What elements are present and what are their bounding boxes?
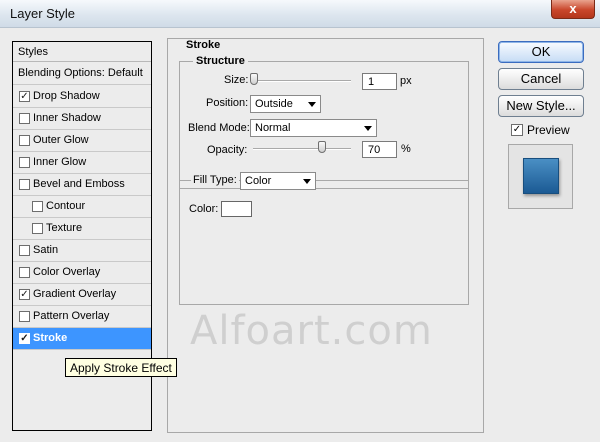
pattern-overlay-checkbox[interactable] [19, 311, 30, 322]
blending-options-item[interactable]: Blending Options: Default [13, 63, 151, 85]
opacity-unit: % [401, 143, 411, 155]
title-bar[interactable]: Layer Style x [0, 0, 600, 28]
opacity-slider-thumb[interactable] [318, 141, 326, 153]
close-button[interactable]: x [551, 0, 595, 19]
size-field[interactable]: 1 [362, 73, 397, 90]
fill-type-label: Fill Type: [191, 174, 239, 186]
position-dropdown[interactable]: Outside [250, 95, 321, 113]
style-item-pattern-overlay[interactable]: Pattern Overlay [13, 306, 151, 328]
blend-mode-dropdown[interactable]: Normal [250, 119, 377, 137]
gradient-overlay-checkbox[interactable]: ✓ [19, 289, 30, 300]
style-item-label: Stroke [33, 332, 68, 344]
blend-mode-value: Normal [255, 122, 291, 134]
drop-shadow-checkbox[interactable]: ✓ [19, 91, 30, 102]
preview-label: Preview [527, 123, 570, 137]
window-title: Layer Style [10, 6, 76, 21]
stroke-group-title: Stroke [183, 39, 224, 51]
contour-checkbox[interactable] [32, 201, 43, 212]
style-item-label: Drop Shadow [33, 90, 100, 102]
blend-mode-label: Blend Mode: [188, 122, 250, 134]
stroke-color-swatch[interactable] [221, 201, 252, 217]
tooltip: Apply Stroke Effect [65, 358, 177, 377]
size-slider-thumb[interactable] [250, 73, 258, 85]
ok-button[interactable]: OK [498, 41, 584, 63]
size-unit: px [400, 75, 412, 87]
style-item-outer-glow[interactable]: Outer Glow [13, 130, 151, 152]
satin-checkbox[interactable] [19, 245, 30, 256]
color-overlay-checkbox[interactable] [19, 267, 30, 278]
preview-swatch [523, 158, 559, 194]
preview-checkbox[interactable]: ✓ [511, 124, 523, 136]
style-item-label: Color Overlay [33, 266, 101, 278]
opacity-slider[interactable] [253, 148, 351, 150]
opacity-label: Opacity: [207, 144, 248, 156]
color-label: Color: [189, 203, 219, 215]
inner-glow-checkbox[interactable] [19, 157, 30, 168]
close-icon: x [569, 1, 577, 16]
style-item-gradient-overlay[interactable]: ✓ Gradient Overlay [13, 284, 151, 306]
style-item-bevel-emboss[interactable]: Bevel and Emboss [13, 174, 151, 196]
chevron-down-icon [364, 126, 372, 131]
styles-list-header[interactable]: Styles [13, 42, 151, 62]
size-slider[interactable] [253, 80, 351, 82]
style-item-stroke[interactable]: ✓ Stroke [13, 328, 151, 350]
outer-glow-checkbox[interactable] [19, 135, 30, 146]
style-item-drop-shadow[interactable]: ✓ Drop Shadow [13, 86, 151, 108]
texture-checkbox[interactable] [32, 223, 43, 234]
inner-shadow-checkbox[interactable] [19, 113, 30, 124]
structure-group-title: Structure [193, 55, 248, 67]
cancel-button[interactable]: Cancel [498, 68, 584, 90]
opacity-field[interactable]: 70 [362, 141, 397, 158]
position-value: Outside [255, 98, 293, 110]
blending-options-label: Blending Options: Default [18, 67, 143, 79]
style-item-satin[interactable]: Satin [13, 240, 151, 262]
style-item-inner-glow[interactable]: Inner Glow [13, 152, 151, 174]
fill-type-group [179, 180, 469, 305]
style-item-label: Outer Glow [33, 134, 89, 146]
watermark: Alfoart.com [190, 308, 433, 354]
new-style-button[interactable]: New Style... [498, 95, 584, 117]
size-label: Size: [224, 74, 249, 86]
stroke-checkbox[interactable]: ✓ [19, 333, 30, 344]
style-item-label: Texture [46, 222, 83, 234]
position-label: Position: [206, 97, 249, 109]
style-item-label: Contour [46, 200, 86, 212]
layer-style-dialog: Layer Style x Styles Blending Options: D… [0, 0, 600, 442]
fill-type-value: Color [245, 175, 272, 187]
preview-thumbnail [508, 144, 573, 209]
chevron-down-icon [303, 179, 311, 184]
dialog-content: Styles Blending Options: Default ✓ Drop … [0, 28, 600, 442]
style-item-color-overlay[interactable]: Color Overlay [13, 262, 151, 284]
style-item-texture[interactable]: Texture [13, 218, 151, 240]
style-item-label: Bevel and Emboss [33, 178, 125, 190]
chevron-down-icon [308, 102, 316, 107]
bevel-emboss-checkbox[interactable] [19, 179, 30, 190]
style-item-contour[interactable]: Contour [13, 196, 151, 218]
style-item-label: Pattern Overlay [33, 310, 110, 322]
style-item-label: Inner Glow [33, 156, 87, 168]
style-item-label: Satin [33, 244, 59, 256]
fill-type-dropdown[interactable]: Color [240, 172, 316, 190]
style-item-label: Inner Shadow [33, 112, 101, 124]
style-item-label: Gradient Overlay [33, 288, 117, 300]
style-item-inner-shadow[interactable]: Inner Shadow [13, 108, 151, 130]
